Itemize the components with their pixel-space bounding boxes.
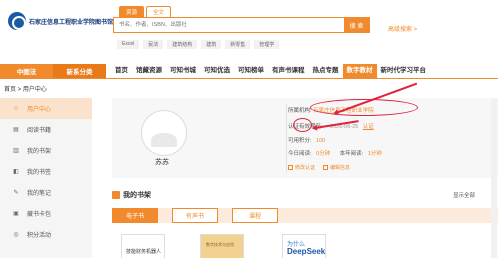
nav-item[interactable]: 首页 (111, 64, 132, 78)
book-icon: ▤ (13, 127, 19, 133)
year-value: 1分钟 (367, 151, 382, 157)
sidebar-item[interactable]: ✎ 我的笔记 (0, 182, 92, 203)
hot-tag[interactable]: 管理学 (254, 40, 280, 49)
nav-item[interactable]: 可知优选 (200, 64, 234, 78)
edit-icon (288, 165, 293, 170)
sidebar-item-label: 我的笔记 (27, 191, 52, 197)
tab-audiobook[interactable]: 有声书 (172, 208, 218, 223)
sidebar-item[interactable]: ▣ 藏书卡包 (0, 203, 92, 224)
user-icon: ☺ (12, 105, 20, 112)
book-card[interactable]: 为什么 DeepSeek (282, 234, 326, 258)
avatar[interactable] (141, 110, 187, 156)
book-title: 数字技术与应用 (206, 242, 234, 247)
hot-tag[interactable]: 建筑 (201, 40, 222, 49)
search-button[interactable]: 搜 索 (344, 18, 369, 32)
book-card[interactable]: 数字技术与应用 (200, 234, 244, 258)
search-tab-resource[interactable]: 资源 (119, 6, 145, 17)
scrollbar[interactable] (491, 98, 497, 258)
card-icon: ▣ (13, 211, 19, 217)
nav-item[interactable]: 馆藏资源 (132, 64, 166, 78)
nav-item[interactable]: 有声书课程 (268, 64, 309, 78)
lock-icon (323, 165, 329, 170)
search-tab-fulltext[interactable]: 全文 (146, 6, 172, 17)
book-title-line2: DeepSeek (287, 247, 326, 256)
nav-item[interactable]: 可知书城 (166, 64, 200, 78)
reading-row: 今日阅读: 0分钟 本年阅读: 1分钟 (288, 149, 382, 157)
nav-item[interactable]: 数字教材 (342, 64, 377, 78)
sidebar-item-label: 我的书签 (27, 170, 52, 176)
edit-auth-label: 修改认证 (295, 165, 316, 171)
sidebar: ☺ 用户中心 ▤ 阅读书籍 ▥ 我的书架 ◧ 我的书签 ✎ 我的笔记 ▣ 藏书卡包 ◎ 积分活动 (0, 98, 92, 258)
today-value: 0分钟 (316, 151, 331, 157)
points-icon: ◎ (13, 232, 19, 238)
year-label: 本年阅读: (339, 151, 364, 157)
sidebar-item-label: 用户中心 (27, 107, 52, 113)
shelf-icon: ▥ (13, 148, 19, 154)
tab-course[interactable]: 课程 (232, 208, 278, 223)
hot-tag[interactable]: 建筑结构 (167, 40, 198, 49)
hot-tag[interactable]: Excel (117, 40, 140, 49)
tab-ebook[interactable]: 电子书 (112, 208, 158, 223)
hot-tag[interactable]: 民法 (143, 40, 164, 49)
sidebar-item[interactable]: ▤ 阅读书籍 (0, 119, 92, 140)
book-card[interactable]: 技能财务机器人 (121, 234, 165, 258)
edit-info-label: 编辑信息 (330, 165, 351, 171)
nav-category-clc[interactable]: 中图法 (0, 64, 53, 78)
points-value: 100 (316, 138, 326, 144)
sidebar-item-label: 阅读书籍 (27, 128, 52, 134)
org-label: 所属机构: (288, 108, 312, 114)
shelf-tabs: 电子书 有声书 课程 (112, 208, 498, 223)
nav-items: 首页 馆藏资源 可知书城 可知优选 可知榜单 有声书课程 热点专题 数字教材 新时代学习平台 (111, 64, 430, 78)
search-tabs: 资源 全文 (119, 6, 172, 17)
points-row: 可用积分: 100 (288, 136, 325, 144)
today-label: 今日阅读: (288, 151, 312, 157)
book-title: 技能财务机器人 (126, 249, 162, 255)
nav-divider (0, 78, 498, 79)
shelf-title: 我的书架 (123, 192, 151, 199)
nav-item[interactable]: 热点专题 (309, 64, 343, 78)
sidebar-item-label: 藏书卡包 (27, 212, 52, 218)
profile-actions: 修改认证 编辑信息 (288, 164, 350, 171)
shelf-title-icon (112, 191, 120, 199)
library-logo[interactable]: 石家庄信息工程职业学院图书馆 (8, 12, 113, 30)
sidebar-item[interactable]: ◎ 积分活动 (0, 224, 92, 245)
search-input[interactable] (114, 18, 344, 32)
annotation-circle (293, 118, 312, 132)
sidebar-item[interactable]: ☺ 用户中心 (0, 98, 92, 119)
edit-info-button[interactable]: 编辑信息 (323, 164, 350, 171)
header: 石家庄信息工程职业学院图书馆 资源 全文 搜 索 高级搜索 > Excel 民法… (0, 0, 498, 58)
show-all-link[interactable]: 显示全部 (453, 191, 475, 199)
sidebar-item[interactable]: ▥ 我的书架 (0, 140, 92, 161)
sidebar-item-label: 积分活动 (27, 233, 52, 239)
advanced-search-link[interactable]: 高级搜索 > (388, 24, 417, 33)
search-box: 搜 索 (113, 17, 370, 33)
shelf-heading: 我的书架 (112, 190, 151, 200)
avatar-placeholder-icon (151, 133, 177, 147)
nav-item[interactable]: 新时代学习平台 (377, 64, 431, 78)
nav-category-new[interactable]: 新系分类 (53, 64, 106, 78)
bookmark-icon: ◧ (13, 169, 19, 175)
auth-link[interactable]: 认证 (363, 124, 374, 130)
sidebar-item-label: 我的书架 (27, 149, 52, 155)
divider (286, 104, 287, 172)
sidebar-item[interactable]: ◧ 我的书签 (0, 161, 92, 182)
breadcrumb: 首页 > 用户中心 (4, 87, 47, 93)
hot-tag[interactable]: 新零售 (225, 40, 251, 49)
nav-item[interactable]: 可知榜单 (234, 64, 268, 78)
logo-text: 石家庄信息工程职业学院图书馆 (29, 19, 114, 26)
logo-icon (8, 12, 26, 30)
points-label: 可用积分: (288, 138, 312, 144)
note-icon: ✎ (13, 190, 19, 196)
hot-tags: Excel 民法 建筑结构 建筑 新零售 管理学 (117, 40, 280, 49)
profile-card: 苏苏 所属机构: 石家庄信息工程职业学院 认证有效期至: 2026-06-25 … (112, 82, 498, 178)
edit-auth-button[interactable]: 修改认证 (288, 164, 315, 171)
username: 苏苏 (155, 159, 169, 166)
main-nav: 中图法 新系分类 首页 馆藏资源 可知书城 可知优选 可知榜单 有声书课程 热点专题 数字教材… (0, 64, 498, 78)
